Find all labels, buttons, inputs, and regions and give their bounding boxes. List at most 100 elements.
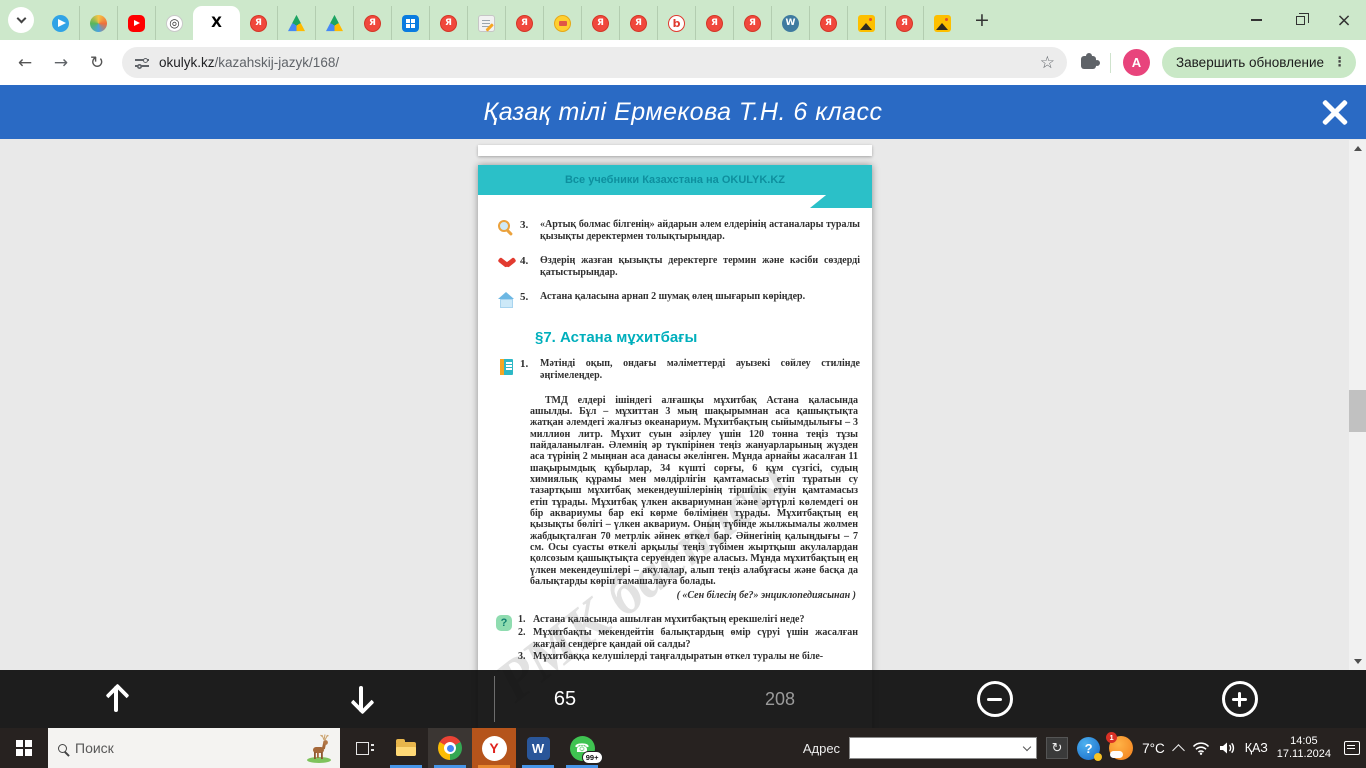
question-number: 1.	[518, 614, 526, 626]
tab-yandex[interactable]: Я	[240, 6, 277, 40]
weather-icon[interactable]: 1	[1106, 732, 1134, 760]
new-tab-button[interactable]: +	[967, 5, 997, 35]
taskbar-search[interactable]	[48, 728, 340, 768]
close-reader-button[interactable]	[1320, 97, 1350, 127]
whatsapp-icon: ☎ 99+	[569, 735, 603, 764]
chevron-down-icon	[1022, 742, 1032, 751]
chrome-icon	[438, 736, 462, 760]
triangle-down-icon	[1353, 659, 1362, 664]
zoom-in-button[interactable]	[1222, 670, 1258, 728]
temperature[interactable]: 7°C	[1142, 741, 1165, 756]
scrollbar-down-button[interactable]	[1349, 653, 1366, 670]
start-button[interactable]	[0, 728, 48, 768]
tab-coin[interactable]	[543, 6, 581, 40]
minimize-button[interactable]	[1234, 0, 1278, 40]
time: 14:05	[1290, 735, 1318, 747]
prev-page-button[interactable]	[92, 670, 140, 728]
file-explorer-button[interactable]	[384, 728, 428, 768]
total-pages-number: 208	[764, 688, 796, 709]
pinned-tabs: ◎ X Я Я Я Я Я Яb Я Я W Я Я	[42, 0, 961, 40]
tab-yandex[interactable]: Я	[581, 6, 619, 40]
browser-toolbar: ← → ↻ okulyk.kz/kazahskij-jazyk/168/ ☆ A…	[0, 40, 1366, 85]
tray-expand-icon[interactable]	[1171, 743, 1185, 757]
restore-button[interactable]	[1278, 0, 1322, 40]
address-go-button[interactable]: ↻	[1046, 737, 1069, 759]
tab-yandex[interactable]: Я	[809, 6, 847, 40]
tab-drive[interactable]	[315, 6, 353, 40]
source-attribution: ( «Сен білесің бе?» энциклопедиясынан )	[676, 590, 856, 602]
scrollbar-up-button[interactable]	[1349, 140, 1366, 157]
tab-yandex[interactable]: Я	[733, 6, 771, 40]
tab-bee[interactable]: b	[657, 6, 695, 40]
yandex-browser-button[interactable]: Y	[472, 728, 516, 768]
language-indicator[interactable]: ҚАЗ	[1245, 741, 1268, 755]
back-button[interactable]: ←	[10, 48, 40, 78]
tab-yandex[interactable]: Я	[695, 6, 733, 40]
reload-button[interactable]: ↻	[82, 48, 112, 78]
clock[interactable]: 14:05 17.11.2024	[1277, 735, 1331, 761]
question-number: 3.	[518, 651, 526, 663]
tab-x-active[interactable]: X	[193, 6, 240, 40]
url-text[interactable]: okulyk.kz/kazahskij-jazyk/168/	[159, 55, 1031, 70]
task-view-button[interactable]	[340, 728, 384, 768]
forward-button[interactable]: →	[46, 48, 76, 78]
window-controls: ×	[1234, 0, 1366, 40]
tab-photos[interactable]	[847, 6, 885, 40]
tab-hands[interactable]	[79, 6, 117, 40]
update-chrome-button[interactable]: Завершить обновление ⋮	[1162, 47, 1356, 78]
scrollbar-thumb[interactable]	[1349, 390, 1366, 432]
address-toolbar-input[interactable]	[849, 737, 1038, 759]
volume-icon[interactable]	[1219, 741, 1236, 755]
book-page: Все учебники Казахстана на OKULYK.KZ РМК…	[478, 165, 872, 728]
help-tray-icon[interactable]: ?	[1077, 736, 1103, 761]
deer-illustration	[304, 733, 334, 768]
folder-icon	[396, 739, 416, 756]
task-view-icon	[355, 741, 374, 755]
bookmark-star-icon[interactable]: ☆	[1040, 53, 1055, 73]
yandex-icon: Я	[440, 14, 457, 32]
site-info-icon[interactable]	[134, 55, 150, 70]
tab-yandex[interactable]: Я	[619, 6, 657, 40]
magnifier-icon	[498, 220, 510, 232]
tab-yandex[interactable]: Я	[885, 6, 923, 40]
tab-photos[interactable]	[923, 6, 961, 40]
page-content-area: Все учебники Казахстана на OKULYK.KZ РМК…	[0, 139, 1366, 728]
hands-icon	[90, 14, 107, 32]
grid-icon	[402, 14, 419, 32]
tab-search-button[interactable]	[8, 7, 34, 33]
minimize-icon	[1250, 19, 1262, 21]
tab-yandex[interactable]: Я	[505, 6, 543, 40]
wifi-icon[interactable]	[1192, 741, 1210, 755]
tab-telegram[interactable]	[42, 6, 79, 40]
tab-yandex[interactable]: Я	[353, 6, 391, 40]
tab-chatgpt[interactable]: ◎	[155, 6, 193, 40]
tab-youtube[interactable]	[117, 6, 155, 40]
whatsapp-button[interactable]: ☎ 99+	[560, 728, 604, 768]
chrome-button[interactable]	[428, 728, 472, 768]
tab-drive[interactable]	[277, 6, 315, 40]
photos-icon	[858, 14, 875, 32]
okulyk-banner: Все учебники Казахстана на OKULYK.KZ	[478, 165, 872, 195]
tab-yandex[interactable]: Я	[429, 6, 467, 40]
address-bar[interactable]: okulyk.kz/kazahskij-jazyk/168/ ☆	[122, 47, 1067, 78]
profile-avatar[interactable]: A	[1123, 49, 1150, 76]
reader-nav-bar: 65 208	[0, 670, 1366, 728]
exercise-row: 3. «Артық болмас білгенің» айдарын әлем …	[498, 219, 860, 242]
browser-menu-icon[interactable]: ⋮	[1333, 55, 1346, 70]
close-window-button[interactable]: ×	[1322, 0, 1366, 40]
notification-center-icon[interactable]	[1344, 741, 1360, 755]
next-page-button[interactable]	[337, 670, 385, 728]
word-button[interactable]: W	[516, 728, 560, 768]
tab-grid[interactable]	[391, 6, 429, 40]
exercise-number: 4.	[520, 255, 529, 268]
triangle-up-icon	[1353, 146, 1362, 151]
tab-notes[interactable]	[467, 6, 505, 40]
windows-taskbar: Y W ☎ 99+ Адрес ↻ ? 1 7°C ҚАЗ 14:05 17.1	[0, 728, 1366, 768]
search-input[interactable]	[75, 740, 330, 756]
zoom-out-button[interactable]	[977, 670, 1013, 728]
tab-wordpress[interactable]: W	[771, 6, 809, 40]
scrollbar[interactable]	[1349, 140, 1366, 670]
task-row: 1. Мәтінді оқып, ондағы мәліметтерді ауы…	[498, 358, 860, 381]
extensions-puzzle-icon[interactable]	[1081, 52, 1100, 69]
current-page-number[interactable]: 65	[535, 670, 595, 728]
